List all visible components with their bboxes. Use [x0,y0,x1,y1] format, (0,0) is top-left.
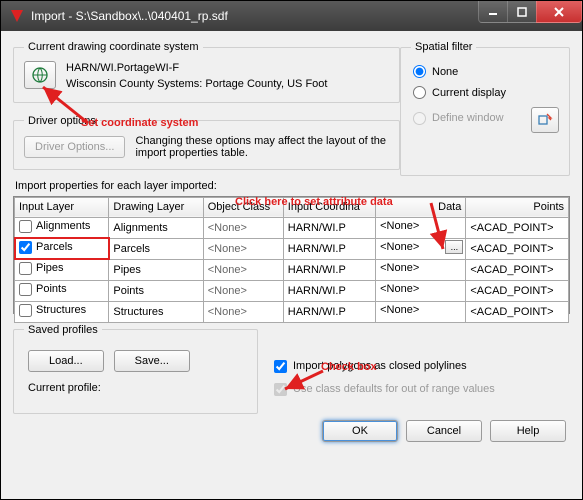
table-row[interactable]: PipesPipes<None>HARN/WI.P<None><ACAD_POI… [15,259,569,280]
window-title: Import - S:\Sandbox\..\040401_rp.sdf [31,9,479,23]
globe-icon [31,66,49,84]
driver-options-group: Driver options Driver Options... Changin… [13,115,400,170]
input-coord-cell[interactable]: HARN/WI.P [283,280,375,301]
object-class-cell[interactable]: <None> [203,217,283,238]
spatial-none-radio[interactable]: None [413,65,559,78]
col-input-coord[interactable]: Input Coordina [283,197,375,217]
driver-note: Changing these options may affect the la… [135,135,389,159]
spatial-define-radio[interactable]: Define window [413,112,504,125]
input-coord-cell[interactable]: HARN/WI.P [283,217,375,238]
table-row[interactable]: AlignmentsAlignments<None>HARN/WI.P<None… [15,217,569,238]
coordinate-system-legend: Current drawing coordinate system [24,41,203,53]
points-cell[interactable]: <ACAD_POINT> [466,238,569,259]
import-dialog: Import - S:\Sandbox\..\040401_rp.sdf Cur… [0,0,583,500]
drawing-layer-cell[interactable]: Alignments [109,217,203,238]
table-row[interactable]: PointsPoints<None>HARN/WI.P<None><ACAD_P… [15,280,569,301]
object-class-cell[interactable]: <None> [203,301,283,322]
col-object-class[interactable]: Object Class [203,197,283,217]
input-layer-name: Alignments [36,220,90,232]
cancel-button[interactable]: Cancel [406,420,482,442]
saved-profiles-legend: Saved profiles [24,324,102,336]
driver-options-legend: Driver options [24,115,100,127]
layer-checkbox[interactable] [19,304,32,317]
drawing-layer-cell[interactable]: Structures [109,301,203,322]
drawing-layer-cell[interactable]: Pipes [109,259,203,280]
define-window-button[interactable] [531,107,559,133]
pick-window-icon [537,112,553,128]
spatial-filter-group: Spatial filter None Current display Defi… [400,41,570,176]
input-layer-name: Points [36,283,67,295]
class-defaults-checkbox[interactable]: Use class defaults for out of range valu… [274,383,570,396]
layer-checkbox[interactable] [19,262,32,275]
col-data[interactable]: Data [376,197,466,217]
layer-checkbox[interactable] [19,241,32,254]
help-button[interactable]: Help [490,420,566,442]
pick-coordinate-button[interactable] [24,61,56,89]
input-coord-cell[interactable]: HARN/WI.P [283,301,375,322]
data-cell[interactable]: <None>... [376,238,466,259]
coordinate-system-group: Current drawing coordinate system HARN/W… [13,41,400,103]
save-profile-button[interactable]: Save... [114,350,190,372]
drawing-layer-cell[interactable]: Points [109,280,203,301]
app-icon [9,8,25,24]
table-row[interactable]: StructuresStructures<None>HARN/WI.P<None… [15,301,569,322]
input-layer-name: Parcels [36,241,73,253]
titlebar[interactable]: Import - S:\Sandbox\..\040401_rp.sdf [1,1,582,31]
data-cell[interactable]: <None> [376,301,466,322]
object-class-cell[interactable]: <None> [203,280,283,301]
layer-checkbox[interactable] [19,220,32,233]
close-button[interactable] [536,1,582,23]
table-header-row: Input Layer Drawing Layer Object Class I… [15,197,569,217]
col-drawing-layer[interactable]: Drawing Layer [109,197,203,217]
data-cell[interactable]: <None> [376,259,466,280]
data-cell[interactable]: <None> [376,280,466,301]
maximize-button[interactable] [507,1,537,23]
coord-code: HARN/WI.PortageWI-F [66,61,389,75]
object-class-cell[interactable]: <None> [203,238,283,259]
data-cell[interactable]: <None> [376,217,466,238]
minimize-button[interactable] [478,1,508,23]
points-cell[interactable]: <ACAD_POINT> [466,301,569,322]
points-cell[interactable]: <ACAD_POINT> [466,217,569,238]
input-layer-name: Structures [36,304,86,316]
import-table-caption: Import properties for each layer importe… [15,180,217,192]
input-coord-cell[interactable]: HARN/WI.P [283,259,375,280]
driver-options-button[interactable]: Driver Options... [24,136,125,158]
input-layer-name: Pipes [36,262,64,274]
current-profile-label: Current profile: [28,382,247,394]
layer-checkbox[interactable] [19,283,32,296]
spatial-current-radio[interactable]: Current display [413,86,559,99]
load-profile-button[interactable]: Load... [28,350,104,372]
drawing-layer-cell[interactable]: Parcels [109,238,203,259]
object-class-cell[interactable]: <None> [203,259,283,280]
points-cell[interactable]: <ACAD_POINT> [466,280,569,301]
spatial-filter-legend: Spatial filter [411,41,476,53]
table-row[interactable]: ParcelsParcels<None>HARN/WI.P<None>...<A… [15,238,569,259]
saved-profiles-group: Saved profiles Load... Save... Current p… [13,324,258,414]
input-coord-cell[interactable]: HARN/WI.P [283,238,375,259]
layers-table: Input Layer Drawing Layer Object Class I… [13,196,570,314]
col-input-layer[interactable]: Input Layer [15,197,109,217]
col-points[interactable]: Points [466,197,569,217]
import-closed-polylines-checkbox[interactable]: Import polygons as closed polylines [274,360,570,373]
ok-button[interactable]: OK [322,420,398,442]
data-ellipsis-button[interactable]: ... [445,240,463,254]
coord-description: Wisconsin County Systems: Portage County… [66,77,389,91]
points-cell[interactable]: <ACAD_POINT> [466,259,569,280]
